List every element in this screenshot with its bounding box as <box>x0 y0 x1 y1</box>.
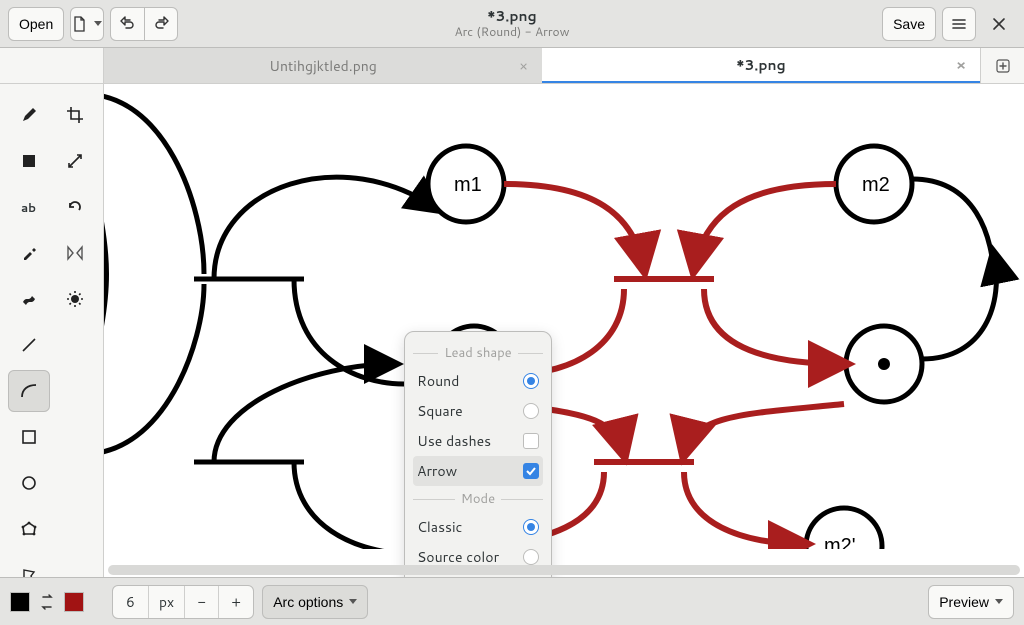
radio-icon <box>523 403 539 419</box>
new-menu-button[interactable] <box>70 7 104 41</box>
preview-label: Preview <box>939 594 989 610</box>
svg-text:m2': m2' <box>824 535 856 549</box>
radio-icon <box>523 549 539 565</box>
svg-text:m1: m1 <box>454 174 482 196</box>
tool-crop[interactable] <box>54 94 96 136</box>
tab-bar: Untihgjktled.png × *3.png × <box>0 48 1024 84</box>
option-label: Classic <box>417 517 462 537</box>
arc-options-label: Arc options <box>273 594 343 610</box>
option-label: Round <box>417 371 459 391</box>
preview-button[interactable]: Preview <box>928 585 1014 619</box>
hamburger-menu-button[interactable] <box>942 7 976 41</box>
tool-empty <box>54 462 96 504</box>
stroke-size-unit: px <box>149 586 185 618</box>
tool-text[interactable]: ab <box>8 186 50 228</box>
option-classic[interactable]: Classic <box>413 512 543 542</box>
new-document-icon <box>72 16 88 32</box>
option-label: Source color <box>417 547 499 567</box>
chevron-down-icon <box>349 599 357 604</box>
undo-icon <box>120 16 136 32</box>
option-label: Use dashes <box>417 431 491 451</box>
option-label: Arrow <box>417 461 457 481</box>
popover-section-mode: Mode <box>413 490 543 508</box>
undo-button[interactable] <box>110 7 144 41</box>
tool-empty <box>54 508 96 550</box>
tab-close-icon[interactable]: × <box>519 56 528 76</box>
horizontal-scrollbar[interactable] <box>108 565 1020 575</box>
tool-empty <box>54 416 96 458</box>
tool-pencil[interactable] <box>8 94 50 136</box>
tool-rectangle[interactable] <box>8 416 50 458</box>
tool-move[interactable] <box>54 140 96 182</box>
tool-circle[interactable] <box>8 462 50 504</box>
close-icon <box>992 17 1006 31</box>
bottom-bar: 6 px − + Arc options Preview <box>0 577 1024 625</box>
tool-empty <box>54 324 96 366</box>
new-tab-icon <box>995 58 1011 74</box>
tool-polygon[interactable] <box>8 508 50 550</box>
tool-rotate[interactable] <box>54 186 96 228</box>
checkbox-icon <box>523 433 539 449</box>
tool-empty <box>54 370 96 412</box>
window-subtitle: Arc (Round) - Arrow <box>454 25 569 39</box>
checkbox-icon <box>523 463 539 479</box>
popover-section-lead-shape: Lead shape <box>413 344 543 362</box>
new-tab-button[interactable] <box>980 48 1024 83</box>
radio-icon <box>523 373 539 389</box>
option-label: Square <box>417 401 463 421</box>
tab-active[interactable]: *3.png × <box>542 48 980 83</box>
headerbar: Open *3.png Arc (Round) - Arrow Save <box>0 0 1024 48</box>
option-round[interactable]: Round <box>413 366 543 396</box>
chevron-down-icon <box>995 599 1003 604</box>
chevron-down-icon <box>94 21 102 26</box>
fill-color-swatch[interactable] <box>64 592 84 612</box>
tool-rect-select[interactable] <box>8 140 50 182</box>
arc-options-button[interactable]: Arc options <box>262 585 368 619</box>
tool-brightness[interactable] <box>54 278 96 320</box>
stroke-size-value[interactable]: 6 <box>113 586 149 618</box>
save-button[interactable]: Save <box>882 7 936 41</box>
radio-icon <box>523 519 539 535</box>
stroke-size-decrement[interactable]: − <box>185 586 219 618</box>
option-use-dashes[interactable]: Use dashes <box>413 426 543 456</box>
stroke-size-field: 6 px − + <box>112 585 254 619</box>
tab-inactive[interactable]: Untihgjktled.png × <box>104 48 542 83</box>
arc-options-popover: Lead shape Round Square Use dashes Arrow… <box>404 331 552 577</box>
canvas-drawing: m1 m2 m1' m2' <box>104 84 1024 549</box>
tool-smudge[interactable] <box>8 278 50 320</box>
option-arrow[interactable]: Arrow <box>413 456 543 486</box>
tab-label: *3.png <box>736 55 785 75</box>
toolbox: ab <box>0 84 104 577</box>
tab-label: Untihgjktled.png <box>269 56 377 76</box>
canvas[interactable]: m1 m2 m1' m2' Lead shape Round Square Us… <box>104 84 1024 577</box>
redo-icon <box>153 16 169 32</box>
close-window-button[interactable] <box>982 7 1016 41</box>
tool-flip[interactable] <box>54 232 96 274</box>
redo-button[interactable] <box>144 7 178 41</box>
tool-arc[interactable] <box>8 370 50 412</box>
stroke-color-swatch[interactable] <box>10 592 30 612</box>
stroke-size-increment[interactable]: + <box>219 586 253 618</box>
open-button[interactable]: Open <box>8 7 64 41</box>
svg-text:m2: m2 <box>862 174 890 196</box>
swap-colors-button[interactable] <box>38 593 56 611</box>
tool-eyedropper[interactable] <box>8 232 50 274</box>
tab-close-icon[interactable]: × <box>956 55 966 75</box>
hamburger-icon <box>951 16 967 32</box>
option-square[interactable]: Square <box>413 396 543 426</box>
tool-line[interactable] <box>8 324 50 366</box>
